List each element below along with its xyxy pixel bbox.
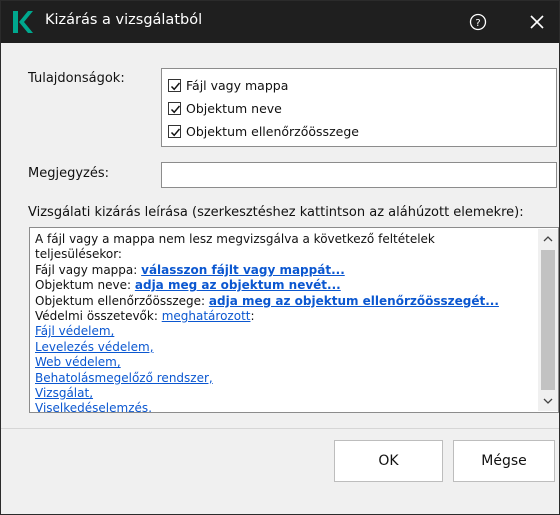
component-link-mail-protection[interactable]: Levelezés védelem,	[35, 340, 154, 354]
vertical-scrollbar[interactable]	[538, 229, 558, 411]
properties-checkbox-list: Fájl vagy mappa Objektum neve Objektum e…	[161, 68, 557, 147]
title-bar: Kizárás a vizsgálatból ?	[1, 1, 559, 43]
cancel-button[interactable]: Mégse	[453, 440, 555, 482]
kaspersky-logo-icon	[11, 10, 33, 34]
file-or-folder-prefix: Fájl vagy mappa:	[35, 262, 142, 277]
description-intro-line: teljesülésekor:	[35, 247, 122, 262]
scrollbar-thumb[interactable]	[541, 250, 555, 390]
note-label: Megjegyzés:	[28, 166, 109, 181]
component-link-web-protection[interactable]: Web védelem,	[35, 355, 121, 369]
dialog-title: Kizárás a vizsgálatból	[45, 12, 203, 28]
scroll-down-icon[interactable]	[538, 391, 558, 411]
note-input[interactable]	[161, 162, 557, 188]
component-link-intrusion-prevention[interactable]: Behatolásmegelőző rendszer,	[35, 371, 213, 385]
scroll-up-icon[interactable]	[538, 229, 558, 249]
checkbox-label: Objektum ellenőrzőösszege	[186, 123, 359, 139]
close-icon[interactable]	[525, 10, 549, 34]
checkbox-label: Fájl vagy mappa	[186, 77, 289, 93]
checkbox-label: Objektum neve	[186, 100, 282, 116]
svg-text:?: ?	[475, 18, 480, 29]
footer-divider	[1, 428, 559, 429]
object-checksum-row: Objektum ellenőrzőösszege: adja meg az o…	[35, 294, 535, 309]
enter-object-name-link[interactable]: adja meg az objektum nevét...	[135, 278, 341, 292]
protection-components-suffix: :	[250, 309, 255, 324]
description-content: A fájl vagy a mappa nem lesz megvizsgálv…	[35, 232, 535, 412]
properties-label: Tulajdonságok:	[28, 71, 125, 86]
ok-button[interactable]: OK	[334, 440, 443, 482]
protection-components-row: Védelmi összetevők: meghatározott:	[35, 309, 535, 324]
component-link-scan[interactable]: Vizsgálat,	[35, 386, 93, 400]
description-intro-line: A fájl vagy a mappa nem lesz megvizsgálv…	[35, 232, 435, 246]
enter-object-checksum-link[interactable]: adja meg az objektum ellenőrzőösszegét..…	[209, 294, 499, 308]
checkbox-object-name[interactable]: Objektum neve	[168, 98, 282, 118]
exclusion-description-box: A fájl vagy a mappa nem lesz megvizsgálv…	[29, 227, 559, 413]
checkbox-file-or-folder[interactable]: Fájl vagy mappa	[168, 75, 288, 95]
file-or-folder-row: Fájl vagy mappa: válasszon fájlt vagy ma…	[35, 263, 535, 278]
exclusion-dialog: Kizárás a vizsgálatból ? Tulajdonságok: …	[0, 0, 560, 515]
checkbox-checked-icon	[168, 124, 181, 138]
object-checksum-prefix: Objektum ellenőrzőösszege:	[35, 293, 209, 308]
help-icon[interactable]: ?	[466, 10, 490, 34]
description-label: Vizsgálati kizárás leírása (szerkesztésh…	[28, 205, 524, 220]
object-name-row: Objektum neve: adja meg az objektum nevé…	[35, 278, 535, 293]
checkbox-checked-icon	[168, 101, 181, 115]
select-file-or-folder-link[interactable]: válasszon fájlt vagy mappát...	[141, 263, 345, 277]
components-specified-link[interactable]: meghatározott	[162, 309, 251, 323]
object-name-prefix: Objektum neve:	[35, 278, 135, 293]
checkbox-object-checksum[interactable]: Objektum ellenőrzőösszege	[168, 121, 359, 141]
component-link-behavior-detection[interactable]: Viselkedéselemzés,	[35, 401, 152, 412]
checkbox-checked-icon	[168, 78, 181, 92]
component-link-file-protection[interactable]: Fájl védelem,	[35, 324, 114, 338]
protection-components-prefix: Védelmi összetevők:	[35, 309, 162, 324]
